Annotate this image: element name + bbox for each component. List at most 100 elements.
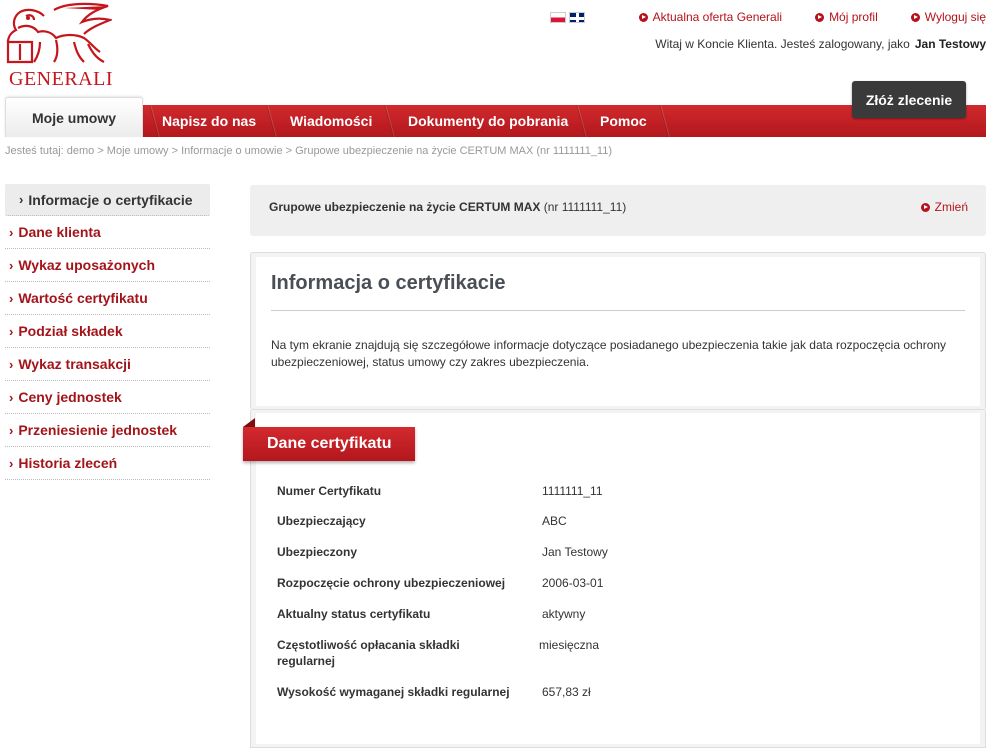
nav-separator xyxy=(147,105,161,137)
section-title-ribbon: Dane certyfikatu xyxy=(243,427,415,461)
sidebar-item-label: Podział składek xyxy=(18,323,123,339)
breadcrumb: Jesteś tutaj: demo > Moje umowy > Inform… xyxy=(5,145,613,157)
change-label: Zmień xyxy=(934,200,968,214)
detail-value: 657,83 zł xyxy=(542,685,591,699)
detail-row: Ubezpieczony Jan Testowy xyxy=(277,544,608,560)
welcome-text: Witaj w Koncie Klienta. Jesteś zalogowan… xyxy=(655,37,910,51)
sidebar-item-informacje[interactable]: › Informacje o certyfikacie xyxy=(5,184,210,216)
brand-name: GENERALI xyxy=(9,68,113,90)
detail-value: Jan Testowy xyxy=(542,545,608,559)
sidebar-item-ceny[interactable]: › Ceny jednostek xyxy=(5,381,210,414)
sidebar-item-label: Ceny jednostek xyxy=(18,389,122,405)
detail-row: Numer Certyfikatu 1111111_11 xyxy=(277,483,603,499)
divider xyxy=(271,310,965,311)
detail-row: Częstotliwość opłacania składki regularn… xyxy=(277,637,599,669)
chevron-right-icon: › xyxy=(19,192,24,207)
chevron-right-icon: › xyxy=(9,422,14,438)
sidebar-item-label: Informacje o certyfikacie xyxy=(28,191,193,208)
tab-dokumenty[interactable]: Dokumenty do pobrania xyxy=(408,105,568,137)
ribbon-fold xyxy=(243,418,255,427)
detail-label: Ubezpieczony xyxy=(277,545,358,559)
nav-separator xyxy=(657,105,671,137)
sidebar-item-label: Przeniesienie jednostek xyxy=(18,422,178,438)
page: GENERALI Aktualna oferta Generali Mój pr… xyxy=(0,0,993,748)
tab-label: Moje umowy xyxy=(32,109,117,126)
nav-separator xyxy=(382,105,396,137)
sidebar-item-label: Wykaz transakcji xyxy=(18,356,131,372)
chevron-right-icon: › xyxy=(9,257,14,273)
chevron-right-icon: › xyxy=(9,290,14,306)
sidebar-item-historia[interactable]: › Historia zleceń xyxy=(5,447,210,480)
sidebar-item-uposazeni[interactable]: › Wykaz uposażonych xyxy=(5,249,210,282)
detail-value: 2006-03-01 xyxy=(542,576,604,590)
user-name: Jan Testowy xyxy=(914,37,986,51)
my-profile-label: Mój profil xyxy=(829,10,878,24)
contract-title: Grupowe ubezpieczenie na życie CERTUM MA… xyxy=(269,200,626,214)
tab-label: Dokumenty do pobrania xyxy=(408,113,569,129)
detail-row: Ubezpieczający ABC xyxy=(277,513,567,529)
en-flag-icon[interactable] xyxy=(569,12,585,23)
lion-icon xyxy=(6,2,114,64)
tab-label: Napisz do nas xyxy=(162,113,257,129)
current-offer-label: Aktualna oferta Generali xyxy=(652,10,783,24)
arrow-bullet-icon xyxy=(920,202,930,212)
arrow-bullet-icon xyxy=(910,12,920,22)
detail-value: miesięczna xyxy=(539,638,600,652)
nav-separator xyxy=(574,105,588,137)
nav-separator xyxy=(264,105,278,137)
detail-label: Aktualny status certyfikatu xyxy=(277,607,431,621)
sidebar-item-label: Historia zleceń xyxy=(18,455,118,471)
detail-label: Rozpoczęcie ochrony ubezpieczeniowej xyxy=(277,576,506,590)
chevron-right-icon: › xyxy=(9,356,14,372)
detail-value: aktywny xyxy=(542,607,586,621)
language-switcher xyxy=(550,12,585,23)
detail-label: Numer Certyfikatu xyxy=(277,484,382,498)
tab-moje-umowy[interactable]: Moje umowy xyxy=(5,97,144,137)
arrow-bullet-icon xyxy=(638,12,648,22)
info-panel: Informacja o certyfikacie Na tym ekranie… xyxy=(250,252,986,410)
sidebar-item-label: Wartość certyfikatu xyxy=(18,290,148,306)
page-title: Informacja o certyfikacie xyxy=(271,272,506,294)
chevron-right-icon: › xyxy=(9,455,14,471)
logout-label: Wyloguj się xyxy=(924,10,986,24)
contract-number: (nr 1111111_11) xyxy=(543,200,627,214)
sidebar: › Informacje o certyfikacie › Dane klien… xyxy=(5,184,210,480)
change-contract-link[interactable]: Zmień xyxy=(920,200,968,214)
chevron-right-icon: › xyxy=(9,224,14,240)
detail-value: 1111111_11 xyxy=(542,484,603,498)
tab-wiadomosci[interactable]: Wiadomości xyxy=(290,105,372,137)
detail-value: ABC xyxy=(542,514,567,528)
contract-header: Grupowe ubezpieczenie na życie CERTUM MA… xyxy=(250,185,986,236)
place-order-button[interactable]: Złóż zlecenie xyxy=(852,81,966,118)
detail-row: Wysokość wymaganej składki regularnej 65… xyxy=(277,684,591,700)
sidebar-item-przeniesienie[interactable]: › Przeniesienie jednostek xyxy=(5,414,210,447)
chevron-right-icon: › xyxy=(9,323,14,339)
sidebar-item-podzial-skladek[interactable]: › Podział składek xyxy=(5,315,210,348)
top-links: Aktualna oferta Generali Mój profil Wylo… xyxy=(606,10,986,24)
detail-row: Rozpoczęcie ochrony ubezpieczeniowej 200… xyxy=(277,575,603,591)
sidebar-item-wartosc[interactable]: › Wartość certyfikatu xyxy=(5,282,210,315)
sidebar-item-transakcje[interactable]: › Wykaz transakcji xyxy=(5,348,210,381)
generali-logo[interactable]: GENERALI xyxy=(4,2,114,90)
logout-link[interactable]: Wyloguj się xyxy=(910,10,986,24)
my-profile-link[interactable]: Mój profil xyxy=(815,10,878,24)
info-description: Na tym ekranie znajdują się szczegółowe … xyxy=(271,338,947,369)
detail-label: Ubezpieczający xyxy=(277,514,366,528)
sidebar-item-label: Wykaz uposażonych xyxy=(18,257,156,273)
sidebar-item-label: Dane klienta xyxy=(18,224,101,240)
detail-row: Aktualny status certyfikatu aktywny xyxy=(277,606,585,622)
current-offer-link[interactable]: Aktualna oferta Generali xyxy=(638,10,783,24)
tab-napisz-do-nas[interactable]: Napisz do nas xyxy=(162,105,256,137)
sidebar-item-dane-klienta[interactable]: › Dane klienta xyxy=(5,216,210,249)
main-nav: Napisz do nas Wiadomości Dokumenty do po… xyxy=(5,97,986,137)
arrow-bullet-icon xyxy=(815,12,825,22)
detail-label: Częstotliwość opłacania składki regularn… xyxy=(277,638,460,668)
detail-label: Wysokość wymaganej składki regularnej xyxy=(277,685,510,699)
info-panel-body: Informacja o certyfikacie Na tym ekranie… xyxy=(256,257,980,406)
tab-label: Wiadomości xyxy=(290,113,373,129)
tab-pomoc[interactable]: Pomoc xyxy=(600,105,647,137)
welcome-message: Witaj w Koncie Klienta. Jesteś zalogowan… xyxy=(655,37,986,51)
chevron-right-icon: › xyxy=(9,389,14,405)
tab-label: Pomoc xyxy=(600,113,647,129)
pl-flag-icon[interactable] xyxy=(550,12,566,23)
